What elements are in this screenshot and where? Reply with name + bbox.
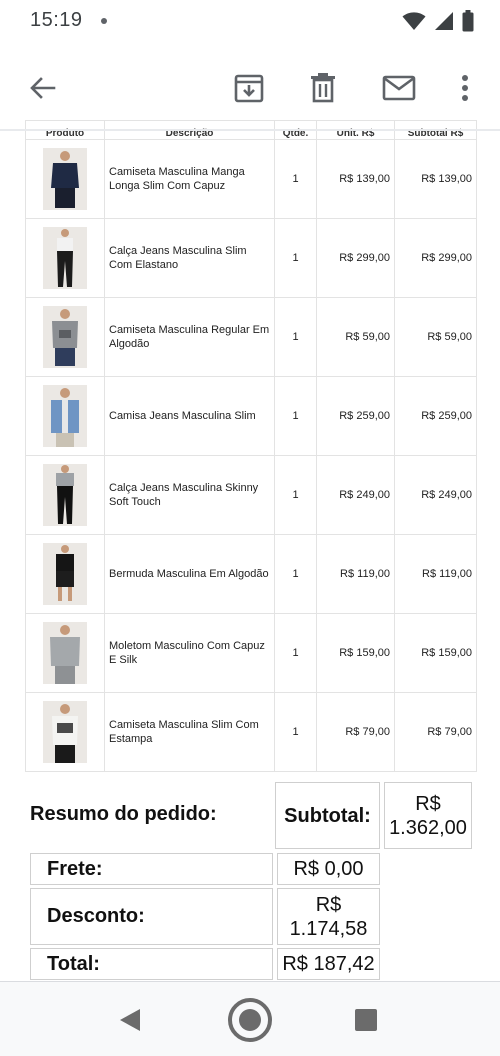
table-row: Bermuda Masculina Em Algodão 1 R$ 119,00… [25,534,477,614]
product-subtotal: R$ 299,00 [394,218,477,298]
archive-button[interactable] [229,68,269,108]
product-qty: 1 [274,218,317,298]
nav-back-icon [120,1009,140,1031]
app-toolbar [0,56,500,120]
archive-icon [234,74,264,103]
notification-dot-icon [101,18,107,24]
summary-title: Resumo do pedido: [30,803,217,825]
product-qty: 1 [274,534,317,614]
product-unit-price: R$ 79,00 [316,692,395,772]
product-image[interactable] [43,543,87,605]
product-image[interactable] [43,622,87,684]
back-button[interactable] [22,68,62,108]
subtotal-value-amount: 1.362,00 [389,816,467,839]
battery-icon [462,10,474,32]
desconto-value: R$ 1.174,58 [277,888,380,945]
nav-back-button[interactable] [106,996,154,1044]
status-bar: 15:19 [0,0,500,44]
product-description: Camiseta Masculina Manga Longa Slim Com … [104,139,275,219]
desconto-value-amount: 1.174,58 [289,917,368,940]
product-qty: 1 [274,613,317,693]
status-time: 15:19 [30,9,83,31]
product-subtotal: R$ 139,00 [394,139,477,219]
table-row: Camiseta Masculina Slim Com Estampa 1 R$… [25,692,477,772]
product-image[interactable] [43,148,87,210]
product-unit-price: R$ 59,00 [316,297,395,377]
product-qty: 1 [274,297,317,377]
table-row: Camiseta Masculina Regular Em Algodão 1 … [25,297,477,377]
product-description: Camiseta Masculina Regular Em Algodão [104,297,275,377]
product-image[interactable] [43,306,87,368]
nav-home-icon [228,998,272,1042]
desconto-label: Desconto: [30,888,273,945]
delete-icon [311,73,335,103]
product-description: Moletom Masculino Com Capuz E Silk [104,613,275,693]
total-value: R$ 187,42 [277,948,380,980]
product-subtotal: R$ 159,00 [394,613,477,693]
product-description: Calça Jeans Masculina Slim Com Elastano [104,218,275,298]
nav-recents-button[interactable] [342,996,390,1044]
content-divider [0,129,500,131]
product-description: Camisa Jeans Masculina Slim [104,376,275,456]
nav-home-button[interactable] [226,996,274,1044]
product-description: Camiseta Masculina Slim Com Estampa [104,692,275,772]
product-qty: 1 [274,376,317,456]
product-description: Bermuda Masculina Em Algodão [104,534,275,614]
product-image[interactable] [43,227,87,289]
product-unit-price: R$ 259,00 [316,376,395,456]
delete-button[interactable] [303,68,343,108]
more-vert-icon [462,75,468,101]
product-unit-price: R$ 299,00 [316,218,395,298]
frete-label: Frete: [30,853,273,885]
table-row: Moletom Masculino Com Capuz E Silk 1 R$ … [25,613,477,693]
nav-recents-icon [355,1009,377,1031]
product-subtotal: R$ 119,00 [394,534,477,614]
products-table: Produto Descrição Qtde. Unit. R$ Subtota… [25,120,477,772]
product-subtotal: R$ 249,00 [394,455,477,535]
frete-value: R$ 0,00 [277,853,380,885]
system-nav-bar [0,981,500,1056]
table-row: Camisa Jeans Masculina Slim 1 R$ 259,00 … [25,376,477,456]
product-subtotal: R$ 79,00 [394,692,477,772]
product-unit-price: R$ 249,00 [316,455,395,535]
subtotal-label: Subtotal: [275,782,380,849]
wifi-icon [402,12,426,30]
product-subtotal: R$ 259,00 [394,376,477,456]
cellular-signal-icon [435,12,453,30]
product-unit-price: R$ 159,00 [316,613,395,693]
product-unit-price: R$ 139,00 [316,139,395,219]
more-options-button[interactable] [445,68,485,108]
product-image[interactable] [43,385,87,447]
product-qty: 1 [274,455,317,535]
total-label: Total: [30,948,273,980]
back-arrow-icon [30,77,56,99]
subtotal-value: R$ 1.362,00 [384,782,472,849]
subtotal-value-currency: R$ [415,792,441,815]
product-image[interactable] [43,701,87,763]
mail-icon [382,75,416,101]
product-description: Calça Jeans Masculina Skinny Soft Touch [104,455,275,535]
table-row: Camiseta Masculina Manga Longa Slim Com … [25,139,477,219]
product-qty: 1 [274,139,317,219]
table-row: Calça Jeans Masculina Slim Com Elastano … [25,218,477,298]
table-row: Calça Jeans Masculina Skinny Soft Touch … [25,455,477,535]
status-icons [402,10,474,32]
product-subtotal: R$ 59,00 [394,297,477,377]
product-unit-price: R$ 119,00 [316,534,395,614]
mail-button[interactable] [379,68,419,108]
product-qty: 1 [274,692,317,772]
product-image[interactable] [43,464,87,526]
desconto-value-currency: R$ [315,893,342,916]
